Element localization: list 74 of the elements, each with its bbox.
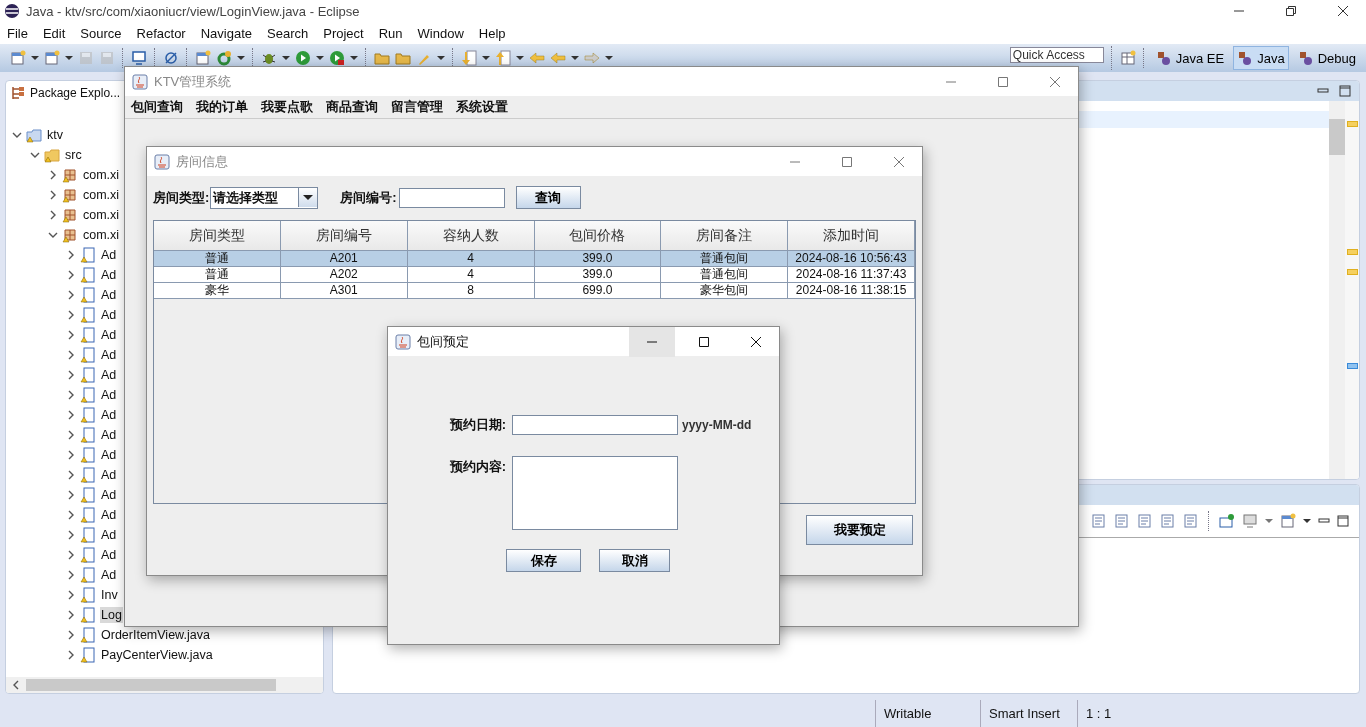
field-label: 房间编号:	[340, 188, 397, 207]
table-cell: 豪华包间	[661, 283, 789, 299]
menu-item[interactable]: File	[7, 25, 28, 41]
tree-item[interactable]: Ad	[100, 567, 118, 583]
date-format-hint: yyyy-MM-dd	[682, 418, 753, 432]
menu-item[interactable]: Refactor	[136, 25, 186, 41]
tree-item[interactable]: Ad	[100, 487, 118, 503]
menu-item[interactable]: Search	[267, 25, 309, 41]
tree-item[interactable]: PayCenterView.java	[100, 647, 214, 663]
menu-item[interactable]: Navigate	[200, 25, 252, 41]
window-title: 包间预定	[417, 332, 469, 351]
tree-item[interactable]: Ad	[100, 347, 118, 363]
tree-item[interactable]: Ad	[100, 547, 118, 563]
tree-item[interactable]: Ad	[100, 307, 118, 323]
tree-item[interactable]: OrderItemView.java	[100, 627, 211, 643]
save-button[interactable]: 保存	[506, 549, 581, 572]
status-field: Smart Insert	[980, 700, 1077, 727]
menu-item[interactable]: Help	[478, 25, 506, 41]
search-button[interactable]: 查询	[515, 186, 581, 209]
tree-item[interactable]: Ad	[100, 367, 118, 383]
tree-item[interactable]: ktv	[46, 127, 64, 143]
table-cell: 8	[407, 283, 535, 299]
table-cell: 699.0	[534, 283, 662, 299]
status-field: 1 : 1	[1077, 700, 1166, 727]
table-row[interactable]: 普通 A201 4 399.0 普通包间 2024-08-16 10:56:43	[154, 251, 915, 267]
book-button[interactable]: 我要预定	[806, 515, 913, 545]
menu-item[interactable]: 系统设置	[456, 98, 508, 116]
window-title: 房间信息	[176, 152, 228, 171]
menu-item[interactable]: Window	[417, 25, 464, 41]
tree-item[interactable]: Ad	[100, 327, 118, 343]
menu-item[interactable]: Source	[80, 25, 122, 41]
tree-item[interactable]: Log	[100, 607, 123, 623]
status-field: Writable	[875, 700, 980, 727]
tree-item[interactable]: com.xi	[82, 227, 121, 243]
perspective-button[interactable]: Java EE	[1151, 46, 1229, 70]
tree-item[interactable]: src	[64, 147, 83, 163]
type-dropdown[interactable]: 请选择类型	[210, 186, 319, 209]
table-row[interactable]: 豪华 A301 8 699.0 豪华包间 2024-08-16 11:38:15	[154, 283, 915, 299]
tree-item[interactable]: Inv	[100, 587, 119, 603]
menu-item[interactable]: Project	[323, 25, 364, 41]
menu-item[interactable]: 留言管理	[391, 98, 443, 116]
view-tab-title[interactable]: Package Explo...	[30, 86, 121, 100]
table-cell: 豪华	[154, 283, 281, 299]
tree-item[interactable]: com.xi	[82, 167, 121, 183]
menu-item[interactable]: Run	[378, 25, 403, 41]
tree-item[interactable]: Ad	[100, 387, 118, 403]
perspective-button[interactable]: Debug	[1293, 46, 1360, 70]
table-cell: A301	[280, 283, 408, 299]
menu-item[interactable]: 我要点歌	[261, 98, 313, 116]
tree-item[interactable]: Ad	[100, 467, 118, 483]
tree-item[interactable]: Ad	[100, 247, 118, 263]
tree-item[interactable]: Ad	[100, 527, 118, 543]
window-title: Java - ktv/src/com/xiaoniucr/view/LoginView.java - Eclipse	[26, 3, 360, 19]
tree-item[interactable]: com.xi	[82, 187, 121, 203]
tree-item[interactable]: Ad	[100, 407, 118, 423]
tree-item[interactable]: com.xi	[82, 207, 121, 223]
menu-item[interactable]: Edit	[42, 25, 66, 41]
tree-item[interactable]: Ad	[100, 427, 118, 443]
menu-item[interactable]: 包间查询	[131, 98, 183, 116]
table-row[interactable]: 普通 A202 4 399.0 普通包间 2024-08-16 11:37:43	[154, 267, 915, 283]
tree-item[interactable]: Ad	[100, 447, 118, 463]
perspective-button[interactable]: Java	[1233, 46, 1289, 70]
tree-item[interactable]: Ad	[100, 267, 118, 283]
tree-item[interactable]: Ad	[100, 287, 118, 303]
quick-access-field[interactable]: Quick Access	[1009, 47, 1104, 63]
window-title: KTV管理系统	[154, 72, 232, 91]
table-cell: 2024-08-16 11:38:15	[788, 283, 915, 299]
field-label: 房间类型:	[153, 188, 210, 207]
menu-item[interactable]: 商品查询	[326, 98, 378, 116]
menu-item[interactable]: 我的订单	[196, 98, 248, 116]
tree-item[interactable]: Ad	[100, 507, 118, 523]
cancel-button[interactable]: 取消	[599, 549, 670, 572]
field-label: 预约日期:	[448, 416, 506, 434]
field-label: 预约内容:	[448, 458, 506, 476]
